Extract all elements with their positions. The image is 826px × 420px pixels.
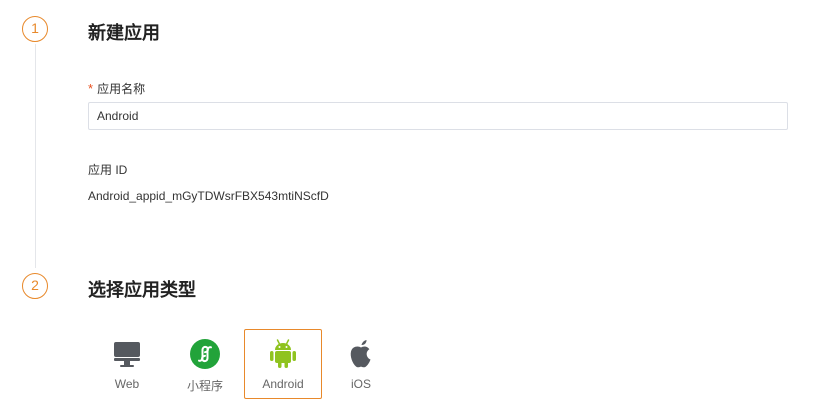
required-mark: * (88, 81, 94, 96)
mini-program-icon (190, 339, 220, 369)
step-2-indicator: 2 (22, 273, 48, 299)
app-id-label: 应用 ID (88, 163, 128, 177)
step-connector-line (35, 44, 36, 268)
step-2-title: 选择应用类型 (88, 280, 196, 300)
app-name-label-text: 应用名称 (97, 82, 146, 96)
app-type-options: Web 小程序 Android iOS (88, 329, 400, 399)
app-id-value: Android_appid_mGyTDWsrFBX543mtiNScfD (88, 189, 329, 203)
app-type-android[interactable]: Android (244, 329, 322, 399)
step-1-title: 新建应用 (88, 23, 160, 43)
android-icon (268, 339, 298, 369)
app-name-input[interactable] (88, 102, 788, 130)
step-1-indicator: 1 (22, 16, 48, 42)
monitor-icon (112, 339, 142, 369)
app-type-label: Web (114, 377, 140, 391)
app-type-web[interactable]: Web (88, 329, 166, 399)
apple-icon (346, 339, 376, 369)
app-type-label: iOS (350, 377, 371, 391)
app-type-label: 小程序 (186, 379, 223, 393)
app-name-label: * 应用名称 (88, 80, 145, 97)
app-type-mini-program[interactable]: 小程序 (166, 329, 244, 399)
app-type-ios[interactable]: iOS (322, 329, 400, 399)
app-type-label: Android (262, 377, 304, 391)
